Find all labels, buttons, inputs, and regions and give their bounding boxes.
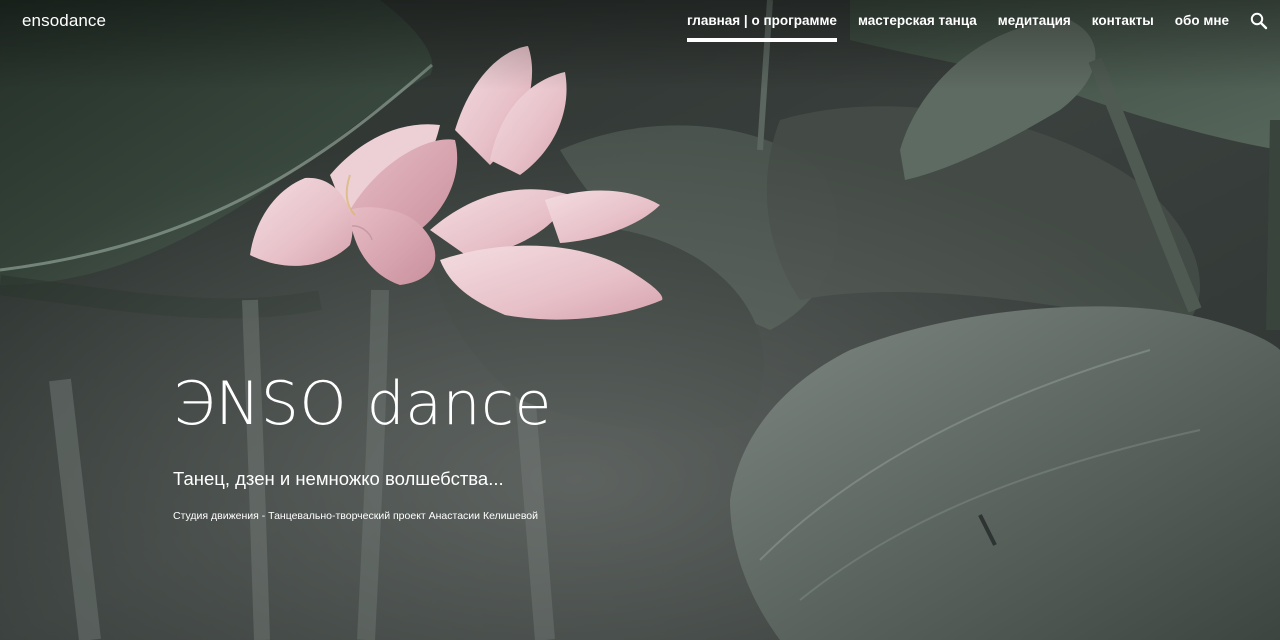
nav-item-about-me[interactable]: обо мне [1175, 0, 1229, 46]
hero-caption: Студия движения - Танцевально-творческий… [173, 510, 538, 522]
site-title-link[interactable]: ensodance [22, 11, 106, 31]
nav-item-meditation[interactable]: медитация [998, 0, 1071, 46]
main-nav: главная | о программе мастерская танца м… [666, 0, 1280, 48]
hero-section: ЭNSO dance Танец, дзен и немножко волшеб… [173, 364, 552, 522]
nav-item-dance-workshop[interactable]: мастерская танца [858, 0, 977, 46]
nav-item-home-about[interactable]: главная | о программе [686, 0, 837, 46]
nav-item-contacts[interactable]: контакты [1092, 0, 1154, 46]
site-header: ensodance главная | о программе мастерск… [0, 0, 1280, 48]
page: ensodance главная | о программе мастерск… [0, 0, 1280, 640]
hero-background-image [0, 0, 1280, 640]
hero-subtitle: Танец, дзен и немножко волшебства... [173, 468, 504, 489]
search-icon[interactable] [1250, 12, 1268, 30]
hero-title: ЭNSO dance [173, 369, 552, 439]
